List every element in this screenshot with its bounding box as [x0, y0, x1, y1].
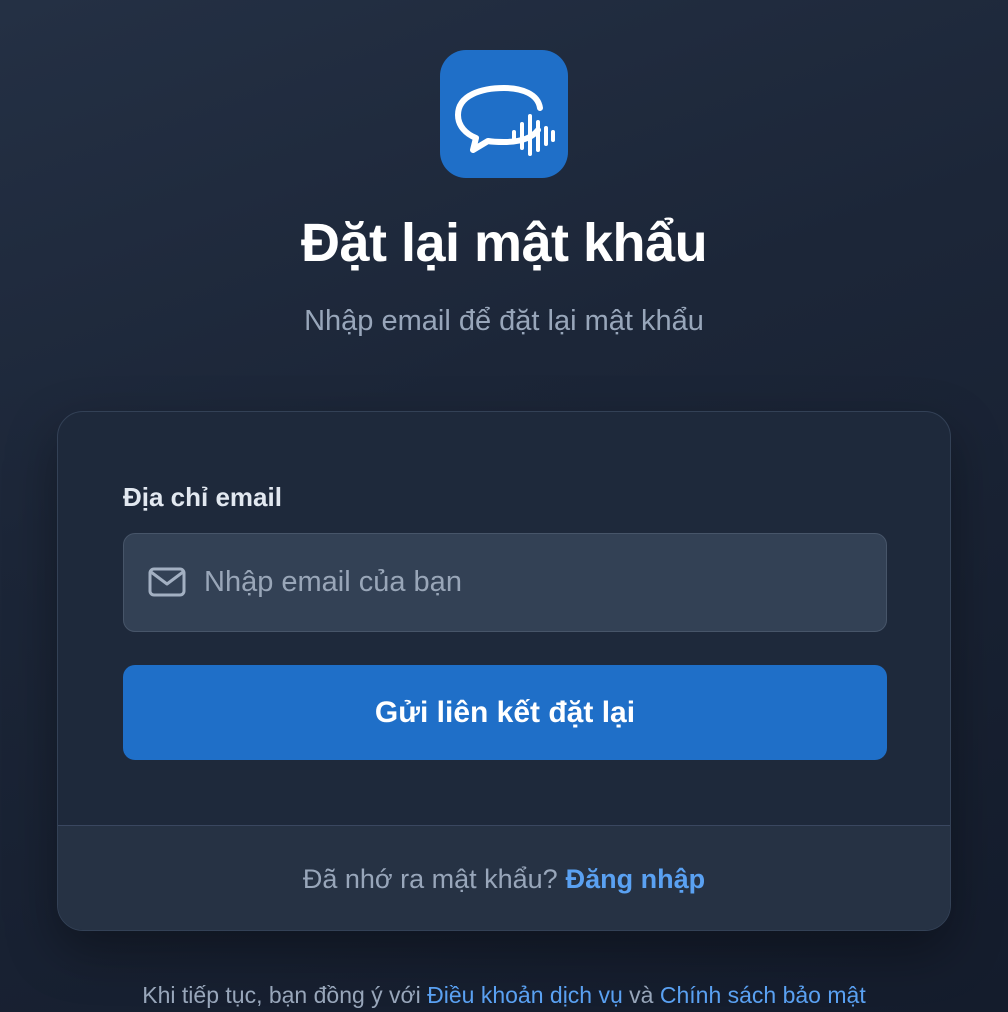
legal-prefix: Khi tiếp tục, bạn đồng ý với	[142, 982, 421, 1008]
terms-of-service-link[interactable]: Điều khoản dịch vụ	[427, 982, 623, 1008]
email-field-container[interactable]	[123, 533, 887, 632]
app-logo	[440, 50, 568, 178]
chat-bubble-soundwave-icon	[455, 85, 555, 156]
email-input[interactable]	[204, 534, 864, 631]
email-label: Địa chỉ email	[123, 482, 282, 512]
reset-password-card: Địa chỉ email Gửi liên kết đặt lại Đã nh…	[57, 411, 951, 931]
legal-notice: Khi tiếp tục, bạn đồng ý với Điều khoản …	[0, 982, 1008, 1009]
page-subtitle: Nhập email để đặt lại mật khẩu	[304, 305, 704, 337]
privacy-policy-link[interactable]: Chính sách bảo mật	[660, 982, 866, 1008]
mail-icon	[148, 567, 186, 597]
card-footer: Đã nhớ ra mật khẩu? Đăng nhập	[58, 825, 950, 930]
page-title: Đặt lại mật khẩu	[300, 213, 708, 273]
remember-password-text: Đã nhớ ra mật khẩu?	[302, 863, 558, 894]
send-reset-link-button[interactable]: Gửi liên kết đặt lại	[123, 665, 887, 760]
login-link[interactable]: Đăng nhập	[566, 864, 706, 895]
legal-conjunction: và	[629, 982, 654, 1008]
